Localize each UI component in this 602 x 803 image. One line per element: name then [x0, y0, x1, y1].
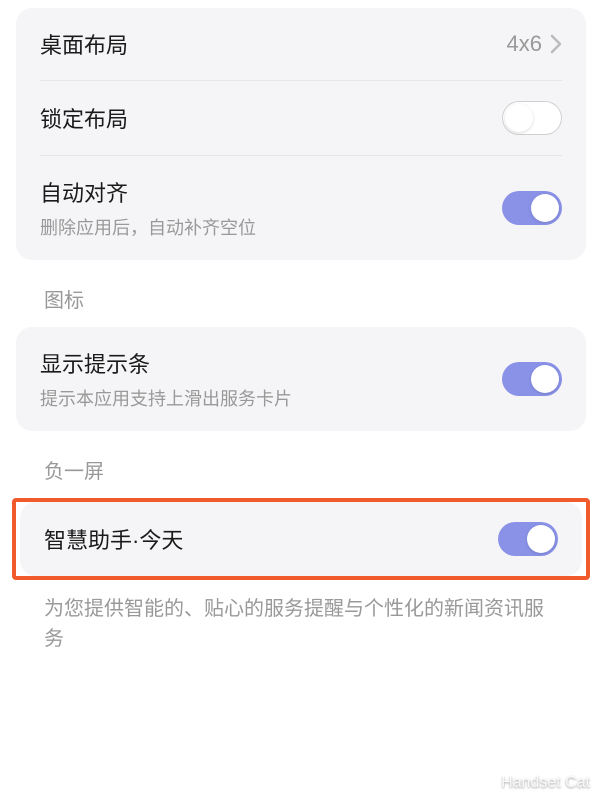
smart-assistant-row: 智慧助手·今天 [20, 502, 582, 576]
desktop-layout-value: 4x6 [507, 31, 542, 57]
toggle-knob [531, 194, 559, 222]
toggle-knob [505, 104, 533, 132]
smart-assistant-label: 智慧助手·今天 [44, 523, 498, 555]
auto-align-subtitle: 删除应用后，自动补齐空位 [40, 214, 502, 240]
show-hint-bar-toggle[interactable] [502, 362, 562, 396]
watermark: Handset Cat [467, 769, 590, 797]
auto-align-label: 自动对齐 [40, 176, 502, 208]
show-hint-bar-subtitle: 提示本应用支持上滑出服务卡片 [40, 385, 502, 411]
highlight-box: 智慧助手·今天 [12, 498, 590, 580]
section-header-minus-one: 负一屏 [16, 431, 586, 498]
show-hint-bar-label: 显示提示条 [40, 347, 502, 379]
cat-icon [467, 769, 495, 797]
toggle-knob [527, 525, 555, 553]
settings-group-minus-one: 智慧助手·今天 [20, 502, 582, 576]
desktop-layout-label: 桌面布局 [40, 28, 507, 60]
minus-one-description: 为您提供智能的、贴心的服务提醒与个性化的新闻资讯服务 [16, 580, 586, 662]
lock-layout-label: 锁定布局 [40, 102, 502, 134]
settings-group-icons: 显示提示条 提示本应用支持上滑出服务卡片 [16, 327, 586, 431]
auto-align-toggle[interactable] [502, 191, 562, 225]
section-header-icons: 图标 [16, 260, 586, 327]
lock-layout-toggle[interactable] [502, 101, 562, 135]
lock-layout-row: 锁定布局 [16, 81, 586, 155]
chevron-right-icon [550, 34, 562, 54]
toggle-knob [531, 365, 559, 393]
desktop-layout-row[interactable]: 桌面布局 4x6 [16, 8, 586, 80]
show-hint-bar-row: 显示提示条 提示本应用支持上滑出服务卡片 [16, 327, 586, 431]
smart-assistant-toggle[interactable] [498, 522, 558, 556]
watermark-text: Handset Cat [501, 774, 590, 792]
auto-align-row: 自动对齐 删除应用后，自动补齐空位 [16, 156, 586, 260]
settings-group-layout: 桌面布局 4x6 锁定布局 自动对齐 删除应用后，自动补齐空位 [16, 8, 586, 260]
